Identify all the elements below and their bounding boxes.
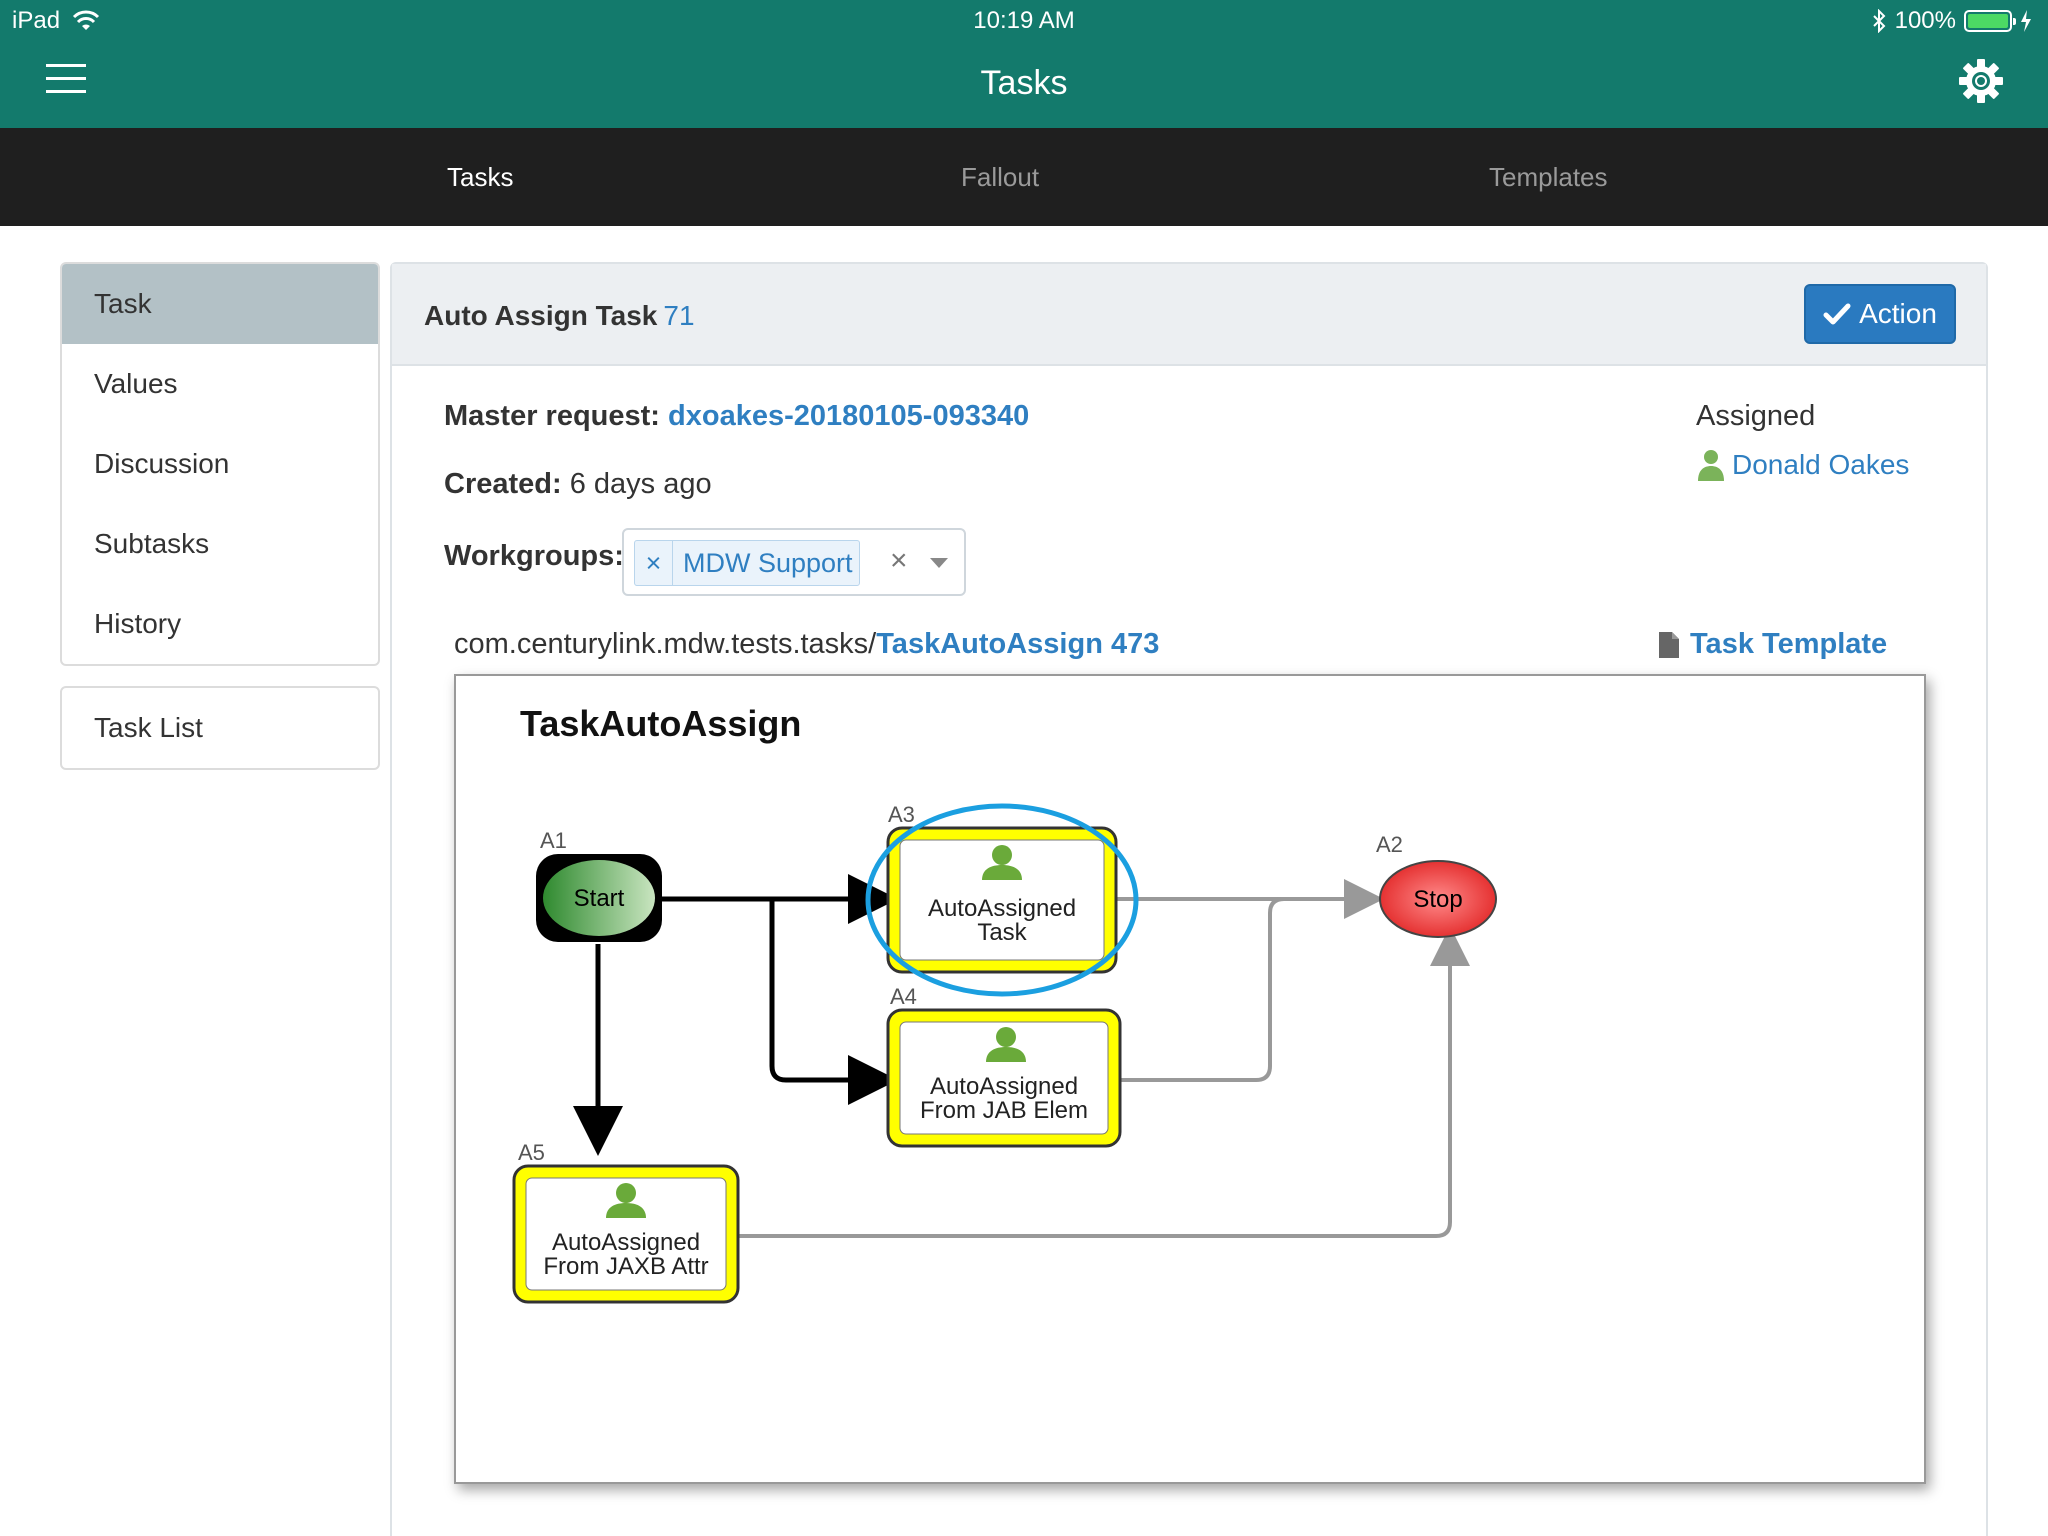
workgroup-chip-label: MDW Support <box>683 547 853 578</box>
tab-bar: Tasks Fallout Templates <box>0 128 2048 226</box>
task-detail-panel: Auto Assign Task 71 Action Master request… <box>390 262 1988 1536</box>
action-label: Action <box>1859 298 1937 329</box>
created-row: Created: 6 days ago <box>444 468 712 500</box>
remove-workgroup-icon[interactable]: × <box>635 541 673 585</box>
node-a3-autoassigned-task[interactable]: A3 AutoAssigned Task <box>865 802 1139 997</box>
clock: 10:19 AM <box>973 7 1075 34</box>
status-bar: iPad 10:19 AM 100% <box>0 0 2048 40</box>
task-sidebar-nav: Task Values Discussion Subtasks History <box>60 262 380 666</box>
bluetooth-icon <box>1872 9 1886 33</box>
node-a5-label-line1: AutoAssigned <box>552 1229 700 1256</box>
assignee-link[interactable]: Donald Oakes <box>1732 449 1909 481</box>
assigned-label: Assigned <box>1696 400 1816 432</box>
tab-templates[interactable]: Templates <box>1489 162 1608 193</box>
tab-fallout[interactable]: Fallout <box>961 162 1039 193</box>
created-value: 6 days ago <box>569 468 712 500</box>
node-a1-id: A1 <box>540 828 567 853</box>
node-a1-label: Start <box>574 885 625 912</box>
battery-percent: 100% <box>1894 7 1956 34</box>
node-a5-id: A5 <box>518 1140 545 1165</box>
app-header: Tasks <box>0 40 2048 128</box>
user-icon <box>1698 450 1724 481</box>
master-request-link[interactable]: dxoakes-20180105-093340 <box>668 400 1029 432</box>
action-button[interactable]: Action <box>1804 284 1956 344</box>
node-a5-autoassigned-jaxb[interactable]: A5 AutoAssigned From JAXB Attr <box>512 1140 740 1304</box>
node-a4-id: A4 <box>890 984 917 1009</box>
node-a2-id: A2 <box>1376 832 1403 857</box>
sidebar-item-values[interactable]: Values <box>62 344 378 424</box>
file-icon <box>1659 631 1679 658</box>
task-template-link[interactable]: Task Template <box>1690 628 1887 661</box>
node-a2-label: Stop <box>1413 886 1462 913</box>
node-a3-id: A3 <box>888 802 915 827</box>
diagram-title: TaskAutoAssign <box>520 703 801 744</box>
link-a4-a2 <box>1120 897 1285 1082</box>
process-diagram: TaskAutoAssign A1 Start A3 AutoAssigned … <box>454 674 1926 1484</box>
node-a3-label-line1: AutoAssigned <box>928 895 1076 922</box>
sidebar-item-history[interactable]: History <box>62 584 378 664</box>
sidebar-item-discussion[interactable]: Discussion <box>62 424 378 504</box>
process-path: com.centurylink.mdw.tests.tasks/TaskAuto… <box>454 628 1160 660</box>
node-stop[interactable]: A2 Stop <box>1376 832 1497 938</box>
page-title: Tasks <box>980 64 1068 102</box>
task-id-link[interactable]: 71 <box>663 300 694 331</box>
node-a4-label-line1: AutoAssigned <box>930 1073 1078 1100</box>
clear-workgroups-icon[interactable]: × <box>890 544 908 578</box>
workgroup-chip: × MDW Support <box>634 540 860 586</box>
process-diagram-canvas: TaskAutoAssign A1 Start A3 AutoAssigned … <box>512 703 1497 1304</box>
battery-icon <box>1964 10 2016 32</box>
workgroups-label: Workgroups: <box>444 540 624 572</box>
node-start[interactable]: A1 Start <box>536 828 662 942</box>
process-link[interactable]: TaskAutoAssign 473 <box>876 628 1159 660</box>
node-a5-label-line2: From JAXB Attr <box>543 1253 708 1280</box>
sidebar-item-subtasks[interactable]: Subtasks <box>62 504 378 584</box>
assignee: Donald Oakes <box>1696 448 1909 482</box>
tab-tasks[interactable]: Tasks <box>447 162 513 193</box>
sidebar-item-task[interactable]: Task <box>62 264 378 344</box>
node-a4-autoassigned-jab[interactable]: A4 AutoAssigned From JAB Elem <box>886 984 1122 1148</box>
gear-icon[interactable] <box>1956 56 2006 106</box>
task-template-row: Task Template <box>1658 628 1887 661</box>
workgroups-select[interactable]: × MDW Support × <box>622 528 966 596</box>
checkmark-icon <box>1823 303 1851 325</box>
chevron-down-icon[interactable] <box>930 558 948 568</box>
node-a3-label-line2: Task <box>977 919 1027 946</box>
charging-icon <box>2021 10 2031 32</box>
master-request-row: Master request: dxoakes-20180105-093340 <box>444 400 1030 432</box>
task-title: Auto Assign Task 71 <box>424 300 695 331</box>
node-a4-label-line2: From JAB Elem <box>920 1097 1088 1124</box>
task-list-button[interactable]: Task List <box>60 686 380 770</box>
panel-header: Auto Assign Task 71 Action <box>392 264 1986 366</box>
